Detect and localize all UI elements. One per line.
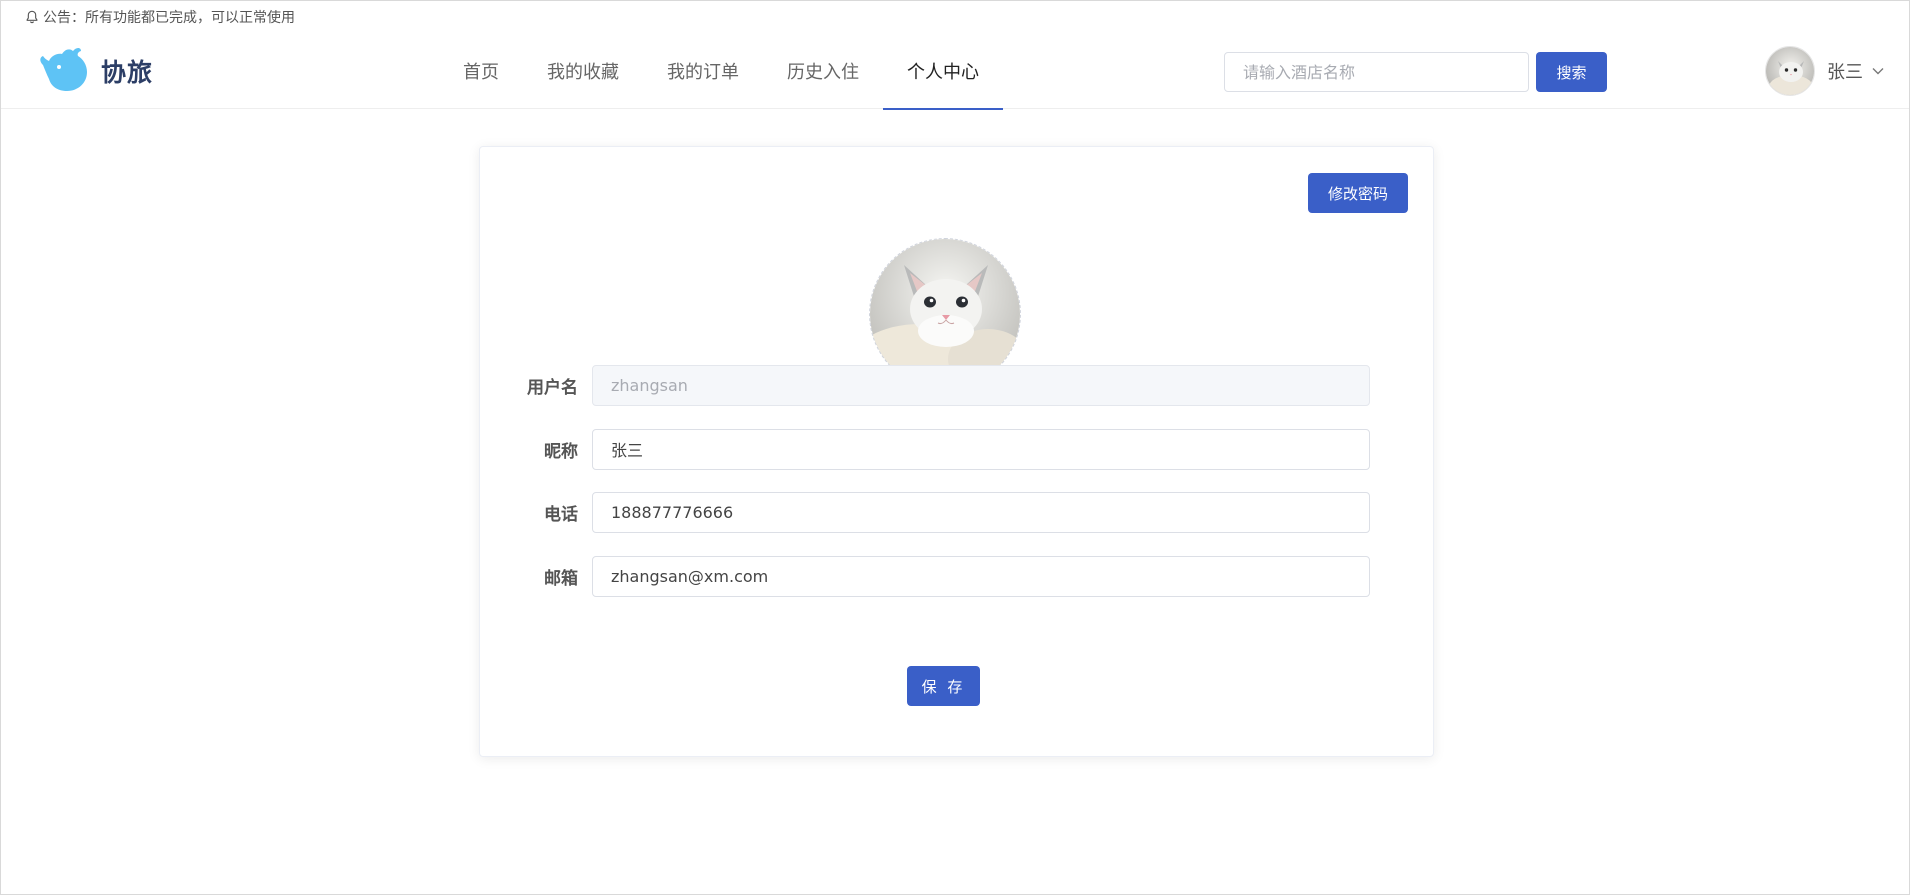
nickname-field[interactable] [592, 428, 1370, 470]
profile-card: 修改密码 用户名 zhangsan 昵称 张三 电话 188877776666 … [479, 146, 1434, 757]
logo-text: 协旅 [101, 58, 154, 87]
notice-text: 公告：所有功能都已完成，可以正常使用 [43, 10, 295, 26]
form-row-username: 用户名 [480, 364, 1435, 406]
nav-item-home[interactable]: 首页 [439, 33, 523, 109]
form-row-phone: 电话 [480, 491, 1435, 533]
app-window: 公告：所有功能都已完成，可以正常使用 协旅 首页 我的收藏 我的订单 历史入住 … [0, 0, 1910, 895]
bell-icon [25, 10, 39, 24]
form-row-nickname: 昵称 [480, 428, 1435, 470]
nav-item-profile[interactable]: 个人中心 [883, 33, 1003, 110]
change-password-button[interactable]: 修改密码 [1308, 173, 1408, 213]
chevron-down-icon[interactable] [1871, 64, 1885, 78]
username-field [592, 364, 1370, 406]
whale-icon [40, 48, 87, 91]
nav-item-orders[interactable]: 我的订单 [643, 33, 763, 109]
notice-bar: 公告：所有功能都已完成，可以正常使用 [1, 1, 1909, 33]
main-nav: 首页 我的收藏 我的订单 历史入住 个人中心 [439, 33, 1003, 110]
form-row-email: 邮箱 [480, 555, 1435, 597]
email-label: 邮箱 [544, 568, 578, 589]
search-input[interactable] [1224, 52, 1529, 92]
top-header: 协旅 首页 我的收藏 我的订单 历史入住 个人中心 搜索 [1, 33, 1909, 110]
nav-item-favorites[interactable]: 我的收藏 [523, 33, 643, 109]
avatar[interactable] [1765, 46, 1815, 96]
username-label: 用户名 [527, 377, 578, 398]
user-menu[interactable]: 张三 [1765, 45, 1885, 97]
logo[interactable]: 协旅 [37, 45, 153, 97]
save-button[interactable]: 保 存 [907, 666, 980, 706]
search-bar: 搜索 [1224, 52, 1607, 92]
nav-item-history[interactable]: 历史入住 [763, 33, 883, 109]
phone-field[interactable] [592, 491, 1370, 533]
user-name[interactable]: 张三 [1827, 58, 1863, 84]
email-field[interactable] [592, 555, 1370, 597]
nickname-label: 昵称 [544, 441, 578, 462]
phone-label: 电话 [544, 504, 578, 525]
search-button[interactable]: 搜索 [1536, 52, 1607, 92]
cat-avatar-image [1766, 47, 1814, 95]
